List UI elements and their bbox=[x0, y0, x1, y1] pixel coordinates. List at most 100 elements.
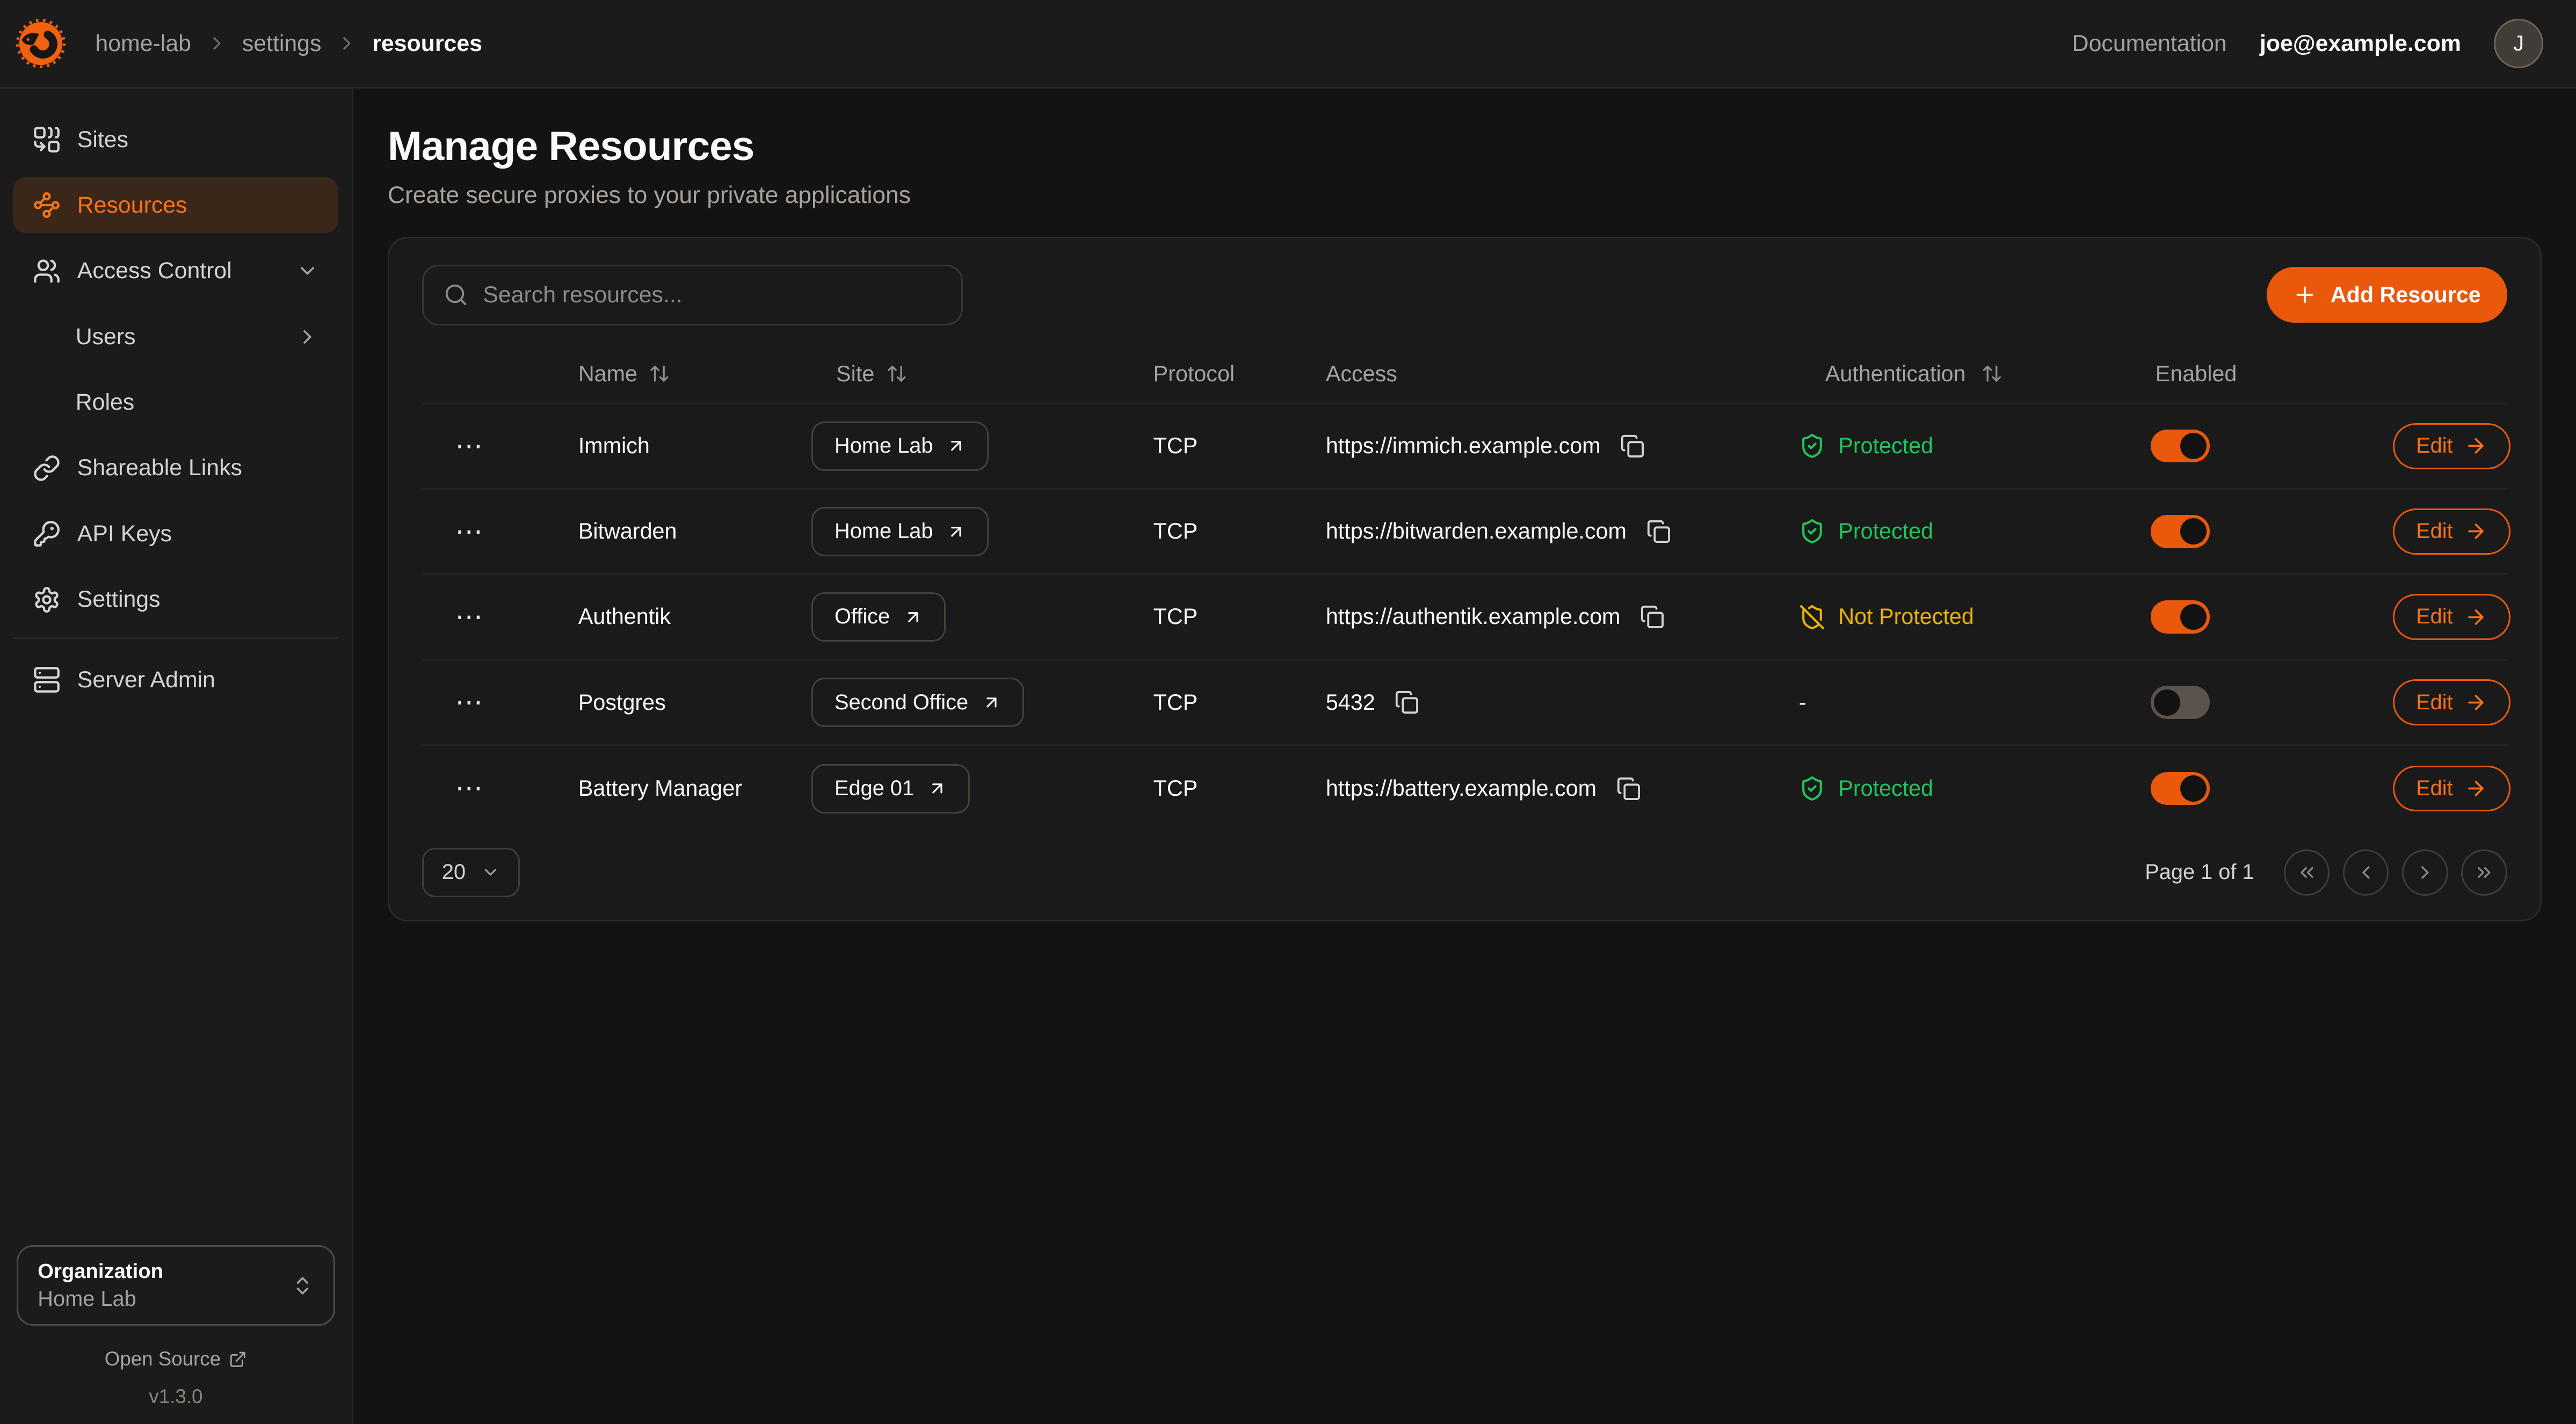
search-input[interactable] bbox=[483, 282, 941, 308]
organization-selector[interactable]: Organization Home Lab bbox=[17, 1245, 336, 1325]
row-menu-button[interactable]: ⋯ bbox=[452, 688, 488, 717]
copy-button[interactable] bbox=[1637, 601, 1668, 633]
users-icon bbox=[33, 257, 61, 285]
sort-icon bbox=[649, 363, 670, 384]
organization-value: Home Lab bbox=[38, 1286, 163, 1313]
chevron-down-icon bbox=[481, 862, 500, 882]
next-page-button[interactable] bbox=[2402, 849, 2448, 896]
sort-icon bbox=[1979, 363, 2005, 384]
sidebar-item-label: Access Control bbox=[77, 258, 232, 284]
header-site[interactable]: Site bbox=[811, 361, 1145, 387]
site-badge[interactable]: Home Lab bbox=[811, 422, 989, 471]
documentation-link[interactable]: Documentation bbox=[2072, 31, 2227, 57]
sidebar-item-access-control[interactable]: Access Control bbox=[13, 243, 338, 299]
copy-button[interactable] bbox=[1643, 516, 1674, 547]
row-menu-button[interactable]: ⋯ bbox=[452, 431, 488, 461]
sidebar-nav: Sites Resources Access Control Users Rol bbox=[0, 89, 352, 718]
edit-label: Edit bbox=[2416, 691, 2453, 715]
search-icon bbox=[444, 282, 468, 307]
external-link-icon bbox=[229, 1350, 247, 1369]
site-badge[interactable]: Office bbox=[811, 592, 946, 642]
shield-off-icon bbox=[1799, 604, 1825, 630]
enabled-toggle[interactable] bbox=[2151, 430, 2210, 462]
page-subtitle: Create secure proxies to your private ap… bbox=[388, 182, 2542, 209]
previous-page-button[interactable] bbox=[2343, 849, 2389, 896]
sidebar-item-users[interactable]: Users bbox=[13, 309, 338, 365]
sidebar-item-settings[interactable]: Settings bbox=[13, 572, 338, 628]
access-value: https://immich.example.com bbox=[1326, 433, 1601, 459]
sidebar-item-server-admin[interactable]: Server Admin bbox=[13, 652, 338, 708]
auth-label: Protected bbox=[1838, 519, 1933, 544]
auth-label: Protected bbox=[1838, 776, 1933, 801]
arrow-up-right-icon bbox=[982, 693, 1002, 713]
sidebar-item-label: API Keys bbox=[77, 521, 172, 547]
edit-button[interactable]: Edit bbox=[2393, 508, 2510, 555]
edit-button[interactable]: Edit bbox=[2393, 679, 2510, 725]
breadcrumb-resources[interactable]: resources bbox=[372, 31, 482, 57]
copy-button[interactable] bbox=[1613, 773, 1644, 804]
site-name: Office bbox=[835, 605, 890, 629]
row-menu-button[interactable]: ⋯ bbox=[452, 517, 488, 546]
add-resource-label: Add Resource bbox=[2331, 282, 2481, 308]
toggle-thumb bbox=[2180, 775, 2207, 802]
main-content: Manage Resources Create secure proxies t… bbox=[353, 89, 2576, 1424]
sidebar-item-shareable-links[interactable]: Shareable Links bbox=[13, 440, 338, 496]
page-info: Page 1 of 1 bbox=[2145, 860, 2254, 884]
table-row: ⋯BitwardenHome LabTCPhttps://bitwarden.e… bbox=[422, 490, 2507, 575]
shield-check-icon bbox=[1799, 433, 1825, 459]
sidebar-item-label: Shareable Links bbox=[77, 455, 242, 481]
breadcrumb-settings[interactable]: settings bbox=[242, 31, 322, 57]
enabled-toggle[interactable] bbox=[2151, 515, 2210, 548]
site-name: Home Lab bbox=[835, 519, 933, 543]
pangolin-logo-icon bbox=[13, 16, 69, 71]
access-value: https://battery.example.com bbox=[1326, 776, 1597, 801]
access-value: https://bitwarden.example.com bbox=[1326, 519, 1627, 544]
sidebar-item-resources[interactable]: Resources bbox=[13, 177, 338, 233]
edit-button[interactable]: Edit bbox=[2393, 766, 2510, 812]
page-size-select[interactable]: 20 bbox=[422, 848, 520, 897]
row-menu-button[interactable]: ⋯ bbox=[452, 774, 488, 803]
copy-button[interactable] bbox=[1391, 687, 1423, 718]
open-source-link[interactable]: Open Source bbox=[105, 1348, 247, 1370]
arrow-right-icon bbox=[2464, 434, 2487, 457]
header-authentication[interactable]: Authentication bbox=[1791, 361, 2138, 387]
sidebar-footer: Open Source v1.3.0 bbox=[0, 1342, 352, 1424]
sidebar-item-api-keys[interactable]: API Keys bbox=[13, 506, 338, 562]
header-label: Site bbox=[836, 361, 874, 387]
enabled-toggle[interactable] bbox=[2151, 686, 2210, 718]
site-cell: Office bbox=[811, 592, 1145, 642]
app-version: v1.3.0 bbox=[0, 1385, 352, 1408]
sidebar-item-roles[interactable]: Roles bbox=[13, 374, 338, 430]
enabled-toggle[interactable] bbox=[2151, 600, 2210, 633]
chevrons-right-icon bbox=[2473, 862, 2495, 883]
sidebar-item-sites[interactable]: Sites bbox=[13, 112, 338, 168]
header-protocol: Protocol bbox=[1145, 361, 1317, 387]
first-page-button[interactable] bbox=[2284, 849, 2330, 896]
copy-button[interactable] bbox=[1617, 431, 1648, 462]
last-page-button[interactable] bbox=[2461, 849, 2507, 896]
resource-name: Battery Manager bbox=[570, 776, 812, 801]
breadcrumb: home-lab settings resources bbox=[95, 31, 482, 57]
copy-icon bbox=[1646, 519, 1671, 544]
enabled-toggle[interactable] bbox=[2151, 772, 2210, 805]
site-badge[interactable]: Second Office bbox=[811, 678, 1024, 727]
avatar[interactable]: J bbox=[2494, 19, 2543, 68]
header-name[interactable]: Name bbox=[570, 361, 812, 387]
pangolin-logo[interactable] bbox=[13, 16, 69, 71]
site-badge[interactable]: Home Lab bbox=[811, 507, 989, 556]
table-toolbar: Add Resource bbox=[422, 265, 2507, 325]
row-menu-button[interactable]: ⋯ bbox=[452, 602, 488, 631]
access-cell: 5432 bbox=[1318, 687, 1791, 718]
site-badge[interactable]: Edge 01 bbox=[811, 764, 970, 813]
resources-card: Add Resource Name Site Protocol Access bbox=[388, 237, 2542, 922]
resource-name: Postgres bbox=[570, 690, 812, 715]
edit-button[interactable]: Edit bbox=[2393, 423, 2510, 469]
arrow-right-icon bbox=[2464, 520, 2487, 543]
toggle-thumb bbox=[2154, 689, 2180, 716]
header-label: Authentication bbox=[1825, 361, 1966, 387]
breadcrumb-home-lab[interactable]: home-lab bbox=[95, 31, 191, 57]
auth-status: Protected bbox=[1791, 775, 2138, 802]
sidebar-spacer bbox=[0, 718, 352, 1246]
add-resource-button[interactable]: Add Resource bbox=[2267, 267, 2507, 323]
edit-button[interactable]: Edit bbox=[2393, 594, 2510, 640]
